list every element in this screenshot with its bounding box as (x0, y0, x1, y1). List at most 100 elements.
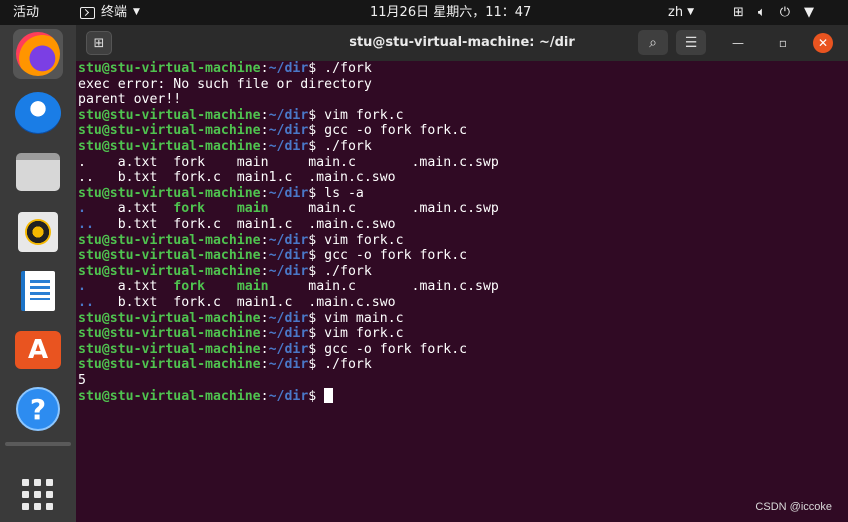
terminal-line: stu@stu-virtual-machine:~/dir$ vim fork.… (78, 108, 848, 124)
dock-software[interactable]: A (13, 325, 63, 375)
terminal-line: .. b.txt fork.c main1.c .main.c.swo (78, 295, 848, 311)
prompt-colon: : (260, 61, 269, 76)
writer-icon (21, 271, 55, 311)
terminal-line: stu@stu-virtual-machine:~/dir$ gcc -o fo… (78, 342, 848, 358)
prompt-user: stu@stu-virtual-machine (78, 138, 261, 154)
dock: A ? (0, 25, 76, 522)
ls-entry (205, 201, 237, 216)
dock-files[interactable] (13, 147, 63, 197)
terminal-line: .. b.txt fork.c main1.c .main.c.swo (78, 170, 848, 186)
terminal-output[interactable]: stu@stu-virtual-machine:~/dir$ ./fork exe… (78, 61, 848, 404)
prompt-path: ~/dir (268, 341, 309, 357)
prompt-user: stu@stu-virtual-machine (78, 232, 261, 248)
prompt-user: stu@stu-virtual-machine (78, 263, 261, 279)
terminal-line: exec error: No such file or directory (78, 77, 848, 93)
minimize-button[interactable]: — (728, 33, 748, 53)
prompt-path: ~/dir (268, 185, 309, 201)
dock-writer[interactable] (13, 266, 63, 316)
dock-separator (5, 442, 71, 446)
terminal-line: stu@stu-virtual-machine:~/dir$ (78, 388, 848, 404)
title-bar[interactable]: ⊞ stu@stu-virtual-machine: ~/dir ⌕ ☰ — ▫… (76, 25, 848, 61)
prompt-colon: : (260, 357, 269, 373)
prompt-user: stu@stu-virtual-machine (78, 310, 261, 326)
prompt-user: stu@stu-virtual-machine (78, 326, 261, 342)
prompt-colon: : (260, 232, 269, 248)
system-menu[interactable]: ⊞ 🔈︎ ⏻ ▼ (733, 4, 814, 21)
prompt-colon: : (260, 341, 269, 357)
ls-entry: a.txt (85, 201, 174, 217)
command-text: ./fork (316, 357, 372, 373)
command-text: gcc -o fork fork.c (316, 123, 468, 139)
activities-button[interactable]: 活动 (13, 4, 39, 21)
search-button[interactable]: ⌕ (638, 30, 668, 55)
prompt-path: ~/dir (268, 263, 309, 279)
maximize-icon: ▫ (778, 36, 788, 50)
ls-entry: . (78, 201, 86, 217)
prompt-path: ~/dir (268, 123, 309, 139)
command-text: vim fork.c (316, 326, 404, 342)
dock-help[interactable]: ? (13, 384, 63, 434)
input-method-menu[interactable]: zh ▼ (668, 4, 694, 21)
terminal-line: . a.txt fork main main.c .main.c.swp (78, 201, 848, 217)
output-text: parent over!! (78, 92, 182, 108)
menu-button[interactable]: ☰ (676, 30, 706, 55)
dock-rhythmbox[interactable] (13, 207, 63, 257)
app-menu-label: 终端 (101, 5, 128, 20)
command-text: vim fork.c (316, 107, 404, 123)
output-text: 5 (78, 372, 86, 388)
power-icon: ⏻ (779, 5, 791, 20)
prompt-colon: : (260, 123, 269, 139)
prompt-user: stu@stu-virtual-machine (78, 123, 261, 139)
prompt-path: ~/dir (268, 326, 309, 342)
prompt-colon: : (260, 326, 269, 342)
output-text: . a.txt fork main main.c .main.c.swp (78, 154, 499, 170)
ls-entry (205, 279, 237, 294)
terminal-line: stu@stu-virtual-machine:~/dir$ vim main.… (78, 311, 848, 327)
dock-thunderbird[interactable] (13, 88, 63, 138)
ls-entry: main (236, 279, 269, 295)
ls-entry: fork (173, 279, 206, 295)
minimize-icon: — (732, 36, 744, 50)
command-text: ./fork (316, 263, 372, 279)
terminal-line: stu@stu-virtual-machine:~/dir$ ./fork (78, 139, 848, 155)
command-text: ./fork (316, 61, 372, 76)
prompt-colon: : (260, 185, 269, 201)
ls-entry: b.txt fork.c main1.c .main.c.swo (93, 216, 396, 232)
command-text: vim main.c (316, 310, 404, 326)
watermark: CSDN @iccoke (755, 501, 832, 513)
prompt-path: ~/dir (268, 310, 309, 326)
software-store-icon: A (15, 331, 61, 369)
input-method-label: zh (668, 5, 684, 20)
terminal-line: 5 (78, 373, 848, 389)
command-text (316, 389, 324, 404)
prompt-path: ~/dir (268, 389, 309, 405)
clock[interactable]: 11月26日 星期六，11：47 (370, 4, 531, 21)
prompt-path: ~/dir (268, 248, 309, 264)
close-button[interactable]: ✕ (813, 33, 833, 53)
maximize-button[interactable]: ▫ (773, 33, 793, 53)
chevron-down-icon: ▼ (133, 7, 140, 17)
show-apps-icon[interactable] (22, 479, 53, 510)
prompt-colon: : (260, 138, 269, 154)
terminal-line: stu@stu-virtual-machine:~/dir$ ./fork (78, 357, 848, 373)
app-menu[interactable]: 终端 ▼ (80, 4, 140, 21)
prompt-colon: : (260, 263, 269, 279)
command-text: gcc -o fork fork.c (316, 341, 468, 357)
thunderbird-icon (15, 92, 61, 134)
terminal-window[interactable]: ⊞ stu@stu-virtual-machine: ~/dir ⌕ ☰ — ▫… (76, 25, 848, 522)
ls-entry: main (236, 201, 269, 217)
terminal-line: .. b.txt fork.c main1.c .main.c.swo (78, 217, 848, 233)
prompt-user: stu@stu-virtual-machine (78, 389, 261, 405)
terminal-line: stu@stu-virtual-machine:~/dir$ ./fork (78, 264, 848, 280)
chevron-down-icon: ▼ (804, 5, 815, 20)
firefox-icon (16, 32, 60, 76)
prompt-colon: : (260, 389, 269, 405)
dock-firefox[interactable] (13, 29, 63, 79)
ls-entry: b.txt fork.c main1.c .main.c.swo (93, 294, 396, 310)
help-icon: ? (16, 387, 60, 431)
prompt-colon: : (260, 107, 269, 123)
prompt-path: ~/dir (268, 232, 309, 248)
terminal-line: stu@stu-virtual-machine:~/dir$ gcc -o fo… (78, 123, 848, 139)
ls-entry: .. (78, 216, 94, 232)
prompt-colon: : (260, 310, 269, 326)
